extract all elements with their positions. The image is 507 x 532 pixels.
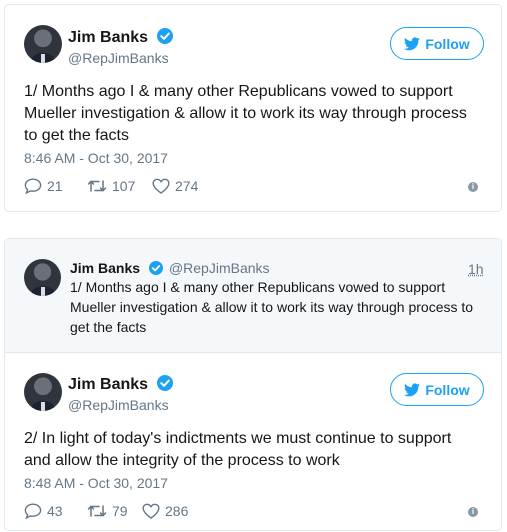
quoted-header: Jim Banks @RepJimBanks	[70, 260, 270, 278]
avatar[interactable]	[24, 259, 61, 296]
tweet-card: Jim Banks @RepJimBanks 1h 1/ Months ago …	[4, 238, 502, 531]
tweet-text-line: Mueller investigation & allow it to work…	[24, 105, 467, 122]
author-name-row[interactable]: Jim Banks	[68, 375, 173, 394]
follow-label: Follow	[425, 381, 470, 398]
avatar[interactable]	[24, 25, 62, 63]
tweet-timestamp[interactable]: 8:48 AM - Oct 30, 2017	[24, 475, 168, 491]
twitter-bird-icon	[404, 36, 421, 50]
reply-action[interactable]: 43	[24, 503, 87, 519]
verified-badge-icon	[148, 261, 163, 275]
retweet-action[interactable]: 107	[87, 178, 152, 194]
tweet-text-line: and allow the integrity of the process t…	[24, 452, 340, 469]
author-name-row[interactable]: Jim Banks	[68, 28, 173, 47]
twitter-bird-icon	[404, 382, 421, 396]
tweet-timestamp[interactable]: 8:46 AM - Oct 30, 2017	[24, 150, 168, 166]
tweet-text-line: 1/ Months ago I & many other Republicans…	[24, 83, 453, 100]
retweet-icon	[87, 505, 107, 517]
verified-badge-icon	[156, 375, 173, 391]
tweet-text: 1/ Months ago I & many other Republicans…	[24, 81, 467, 147]
retweet-count: 107	[112, 178, 136, 194]
like-count: 274	[175, 178, 199, 194]
like-icon	[152, 178, 170, 194]
tweet-actions: 21 107 274	[24, 178, 198, 194]
tweet-card: Jim Banks @RepJimBanks Follow 1/ Months …	[4, 4, 502, 212]
quoted-text: 1/ Months ago I & many other Republicans…	[70, 277, 473, 337]
quoted-tweet[interactable]: Jim Banks @RepJimBanks 1h 1/ Months ago …	[5, 239, 501, 353]
follow-button[interactable]: Follow	[390, 373, 484, 406]
reply-count: 43	[47, 503, 63, 519]
verified-badge-icon	[156, 28, 173, 44]
quoted-text-line: Mueller investigation & allow it to work…	[70, 299, 474, 315]
author-handle[interactable]: @RepJimBanks	[68, 397, 169, 413]
reply-action[interactable]: 21	[24, 178, 87, 194]
reply-icon	[24, 178, 42, 194]
like-action[interactable]: 286	[142, 503, 188, 519]
tweet-text: 2/ In light of today's indictments we mu…	[24, 428, 451, 472]
follow-button[interactable]: Follow	[390, 27, 484, 60]
retweet-count: 79	[112, 503, 128, 519]
author-handle[interactable]: @RepJimBanks	[169, 260, 270, 276]
author-name[interactable]: Jim Banks	[70, 260, 140, 276]
info-icon[interactable]: i	[468, 182, 478, 192]
tweet-text-line: to get the facts	[24, 127, 129, 144]
tweet-text-line: 2/ In light of today's indictments we mu…	[24, 430, 452, 447]
info-icon[interactable]: i	[468, 507, 478, 517]
like-icon	[142, 503, 160, 519]
tweet-actions: 43 79 286	[24, 503, 188, 519]
reply-icon	[24, 503, 42, 519]
like-count: 286	[165, 503, 189, 519]
follow-label: Follow	[425, 35, 470, 52]
retweet-icon	[87, 180, 107, 192]
avatar[interactable]	[24, 373, 62, 411]
like-action[interactable]: 274	[152, 178, 198, 194]
quoted-text-line: 1/ Months ago I & many other Republicans…	[70, 279, 446, 295]
reply-count: 21	[47, 178, 63, 194]
author-name[interactable]: Jim Banks	[68, 29, 148, 46]
retweet-action[interactable]: 79	[87, 503, 142, 519]
quoted-text-line: get the facts	[70, 319, 147, 335]
author-name[interactable]: Jim Banks	[68, 376, 148, 393]
quoted-time[interactable]: 1h	[468, 261, 484, 277]
author-handle[interactable]: @RepJimBanks	[68, 50, 169, 66]
